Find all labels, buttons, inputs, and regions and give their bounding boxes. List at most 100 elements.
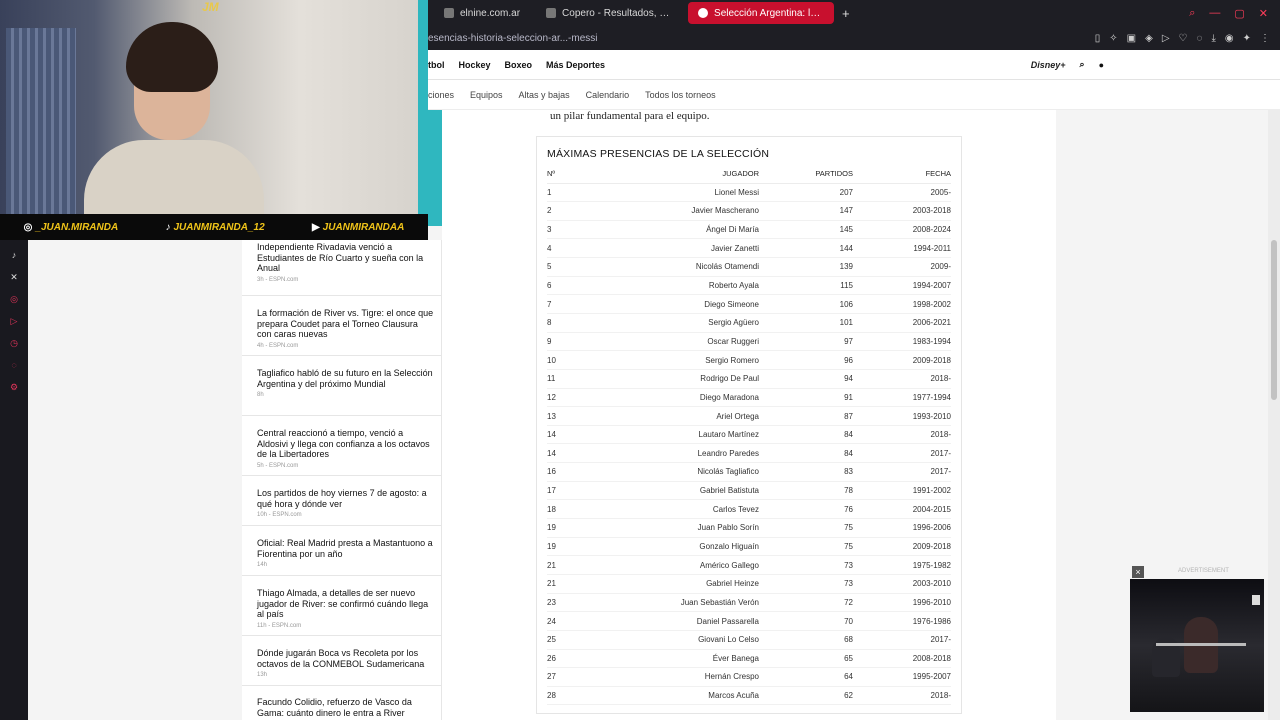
tab-seleccion-argentina[interactable]: Selección Argentina: los ju — [688, 2, 835, 24]
subnav-calendario[interactable]: Calendario — [586, 90, 630, 100]
row-player[interactable]: Éver Banega — [587, 649, 759, 669]
ad-brand-icon — [1252, 595, 1260, 605]
row-player[interactable]: Daniel Passarella — [587, 611, 759, 631]
news-item[interactable]: Thiago Almada, a detalles de ser nuevo j… — [242, 576, 442, 636]
news-meta: 14h — [257, 562, 268, 569]
maximize-icon[interactable]: ▢ — [1234, 7, 1244, 20]
row-player[interactable]: Juan Sebastián Verón — [587, 593, 759, 613]
row-player[interactable]: Sergio Agüero — [587, 313, 759, 333]
row-player[interactable]: Diego Maradona — [587, 388, 759, 408]
subnav-altas-bajas[interactable]: Altas y bajas — [519, 90, 570, 100]
row-player[interactable]: Roberto Ayala — [587, 276, 759, 296]
news-item[interactable]: Los partidos de hoy viernes 7 de agosto:… — [242, 476, 442, 526]
play-icon[interactable]: ▷ — [1162, 33, 1170, 44]
sidebar-icon[interactable]: ▯ — [1095, 33, 1101, 44]
tiktok-icon[interactable]: ♪ — [0, 250, 28, 262]
row-date: 2017- — [853, 462, 951, 482]
user-icon[interactable]: ● — [1099, 60, 1104, 70]
site-favicon-icon — [546, 8, 557, 18]
row-player[interactable]: Ariel Ortega — [587, 406, 759, 426]
settings-icon[interactable]: ⚙ — [0, 382, 28, 394]
row-games: 84 — [759, 425, 853, 445]
disney-plus-logo[interactable]: Disney+ — [1031, 60, 1066, 70]
row-player[interactable]: Ángel Di María — [587, 220, 759, 240]
scrollbar-thumb[interactable] — [1271, 240, 1277, 400]
row-player[interactable]: Américo Gallego — [587, 555, 759, 575]
row-player[interactable]: Gabriel Heinze — [587, 574, 759, 594]
row-player[interactable]: Nicolás Tagliafico — [587, 462, 759, 482]
nav-mas-deportes[interactable]: Más Deportes — [546, 60, 605, 70]
row-player[interactable]: Lionel Messi — [587, 183, 759, 203]
row-games: 207 — [759, 183, 853, 203]
news-item[interactable]: Central reaccionó a tiempo, venció a Ald… — [242, 416, 442, 476]
subnav-item[interactable]: ciones — [428, 90, 454, 100]
row-player[interactable]: Oscar Ruggeri — [587, 332, 759, 352]
table-row: 24 Daniel Passarella 70 1976-1986 — [547, 611, 951, 631]
chat-icon[interactable]: ◌ — [0, 360, 28, 372]
row-player[interactable]: Carlos Tevez — [587, 499, 759, 520]
row-num: 28 — [547, 686, 587, 706]
row-date: 2018- — [853, 369, 951, 389]
shield-icon[interactable]: ◈ — [1145, 33, 1153, 44]
row-player[interactable]: Juan Pablo Sorín — [587, 518, 759, 538]
row-player[interactable]: Gabriel Batistuta — [587, 481, 759, 501]
youtube-icon: ▶ — [311, 221, 320, 233]
news-item[interactable]: La formación de River vs. Tigre: el once… — [242, 296, 442, 356]
heart-icon[interactable]: ♡ — [1179, 33, 1188, 44]
url-field[interactable]: esencias-historia-seleccion-ar...-messi — [428, 33, 628, 44]
news-item[interactable]: Independiente Rivadavia venció a Estudia… — [242, 240, 442, 296]
clock-icon[interactable]: ◷ — [0, 338, 28, 350]
table-row: 17 Gabriel Batistuta 78 1991-2002 — [547, 481, 951, 501]
nav-boxeo[interactable]: Boxeo — [505, 60, 533, 70]
subnav-todos-torneos[interactable]: Todos los torneos — [645, 90, 716, 100]
tab-copero[interactable]: Copero - Resultados, estad — [536, 2, 682, 24]
header-games: PARTIDOS — [759, 165, 853, 184]
profile-icon[interactable]: ◉ — [1225, 33, 1234, 44]
social-youtube: ▶ JUANMIRANDAA — [311, 221, 405, 233]
row-player[interactable]: Sergio Romero — [587, 350, 759, 370]
x-icon[interactable]: ✕ — [0, 272, 28, 284]
page-scrollbar[interactable] — [1268, 110, 1280, 720]
row-player[interactable]: Giovani Lo Celso — [587, 630, 759, 650]
ai-icon[interactable]: ✦ — [1243, 33, 1251, 44]
download-icon[interactable]: ⤓ — [1211, 33, 1215, 44]
bell-icon[interactable]: ◌ — [1197, 33, 1203, 44]
news-title: Thiago Almada, a detalles de ser nuevo j… — [257, 588, 429, 620]
tab-elnine[interactable]: elnine.com.ar — [434, 2, 530, 24]
nav-futbol[interactable]: tbol — [428, 60, 445, 70]
subnav-equipos[interactable]: Equipos — [470, 90, 503, 100]
video-ad[interactable] — [1130, 579, 1264, 712]
row-player[interactable]: Leandro Paredes — [587, 443, 759, 464]
table-row: 23 Juan Sebastián Verón 72 1996-2010 — [547, 593, 951, 613]
table-row: 6 Roberto Ayala 115 1994-2007 — [547, 276, 951, 296]
play-icon[interactable]: ▷ — [0, 316, 28, 328]
close-icon[interactable]: ✕ — [1259, 7, 1268, 20]
news-item[interactable]: Tagliafico habló de su futuro en la Sele… — [242, 356, 442, 416]
menu-icon[interactable]: ⋮ — [1260, 33, 1270, 44]
tab-label: Copero - Resultados, estad — [562, 7, 673, 19]
new-tab-button[interactable]: + — [842, 6, 850, 21]
news-item[interactable]: Dónde jugarán Boca vs Recoleta por los o… — [242, 636, 442, 686]
row-player[interactable]: Javier Mascherano — [587, 201, 759, 221]
row-num: 16 — [547, 462, 587, 482]
row-player[interactable]: Rodrigo De Paul — [587, 369, 759, 389]
ad-close-button[interactable]: × — [1132, 566, 1144, 578]
row-player[interactable]: Gonzalo Higuaín — [587, 537, 759, 557]
search-icon[interactable]: ⌕ — [1080, 59, 1085, 70]
minimize-icon[interactable]: — — [1209, 7, 1220, 20]
nav-hockey[interactable]: Hockey — [459, 60, 491, 70]
screenshot-icon[interactable]: ▣ — [1127, 33, 1136, 44]
row-player[interactable]: Lautaro Martínez — [587, 425, 759, 445]
row-player[interactable]: Diego Simeone — [587, 294, 759, 314]
pin-icon[interactable]: ✧ — [1109, 33, 1117, 44]
news-item[interactable]: Facundo Colidio, refuerzo de Vasco da Ga… — [242, 686, 442, 720]
search-icon[interactable]: ⌕ — [1189, 7, 1195, 20]
row-player[interactable]: Javier Zanetti — [587, 238, 759, 259]
row-player[interactable]: Nicolás Otamendi — [587, 257, 759, 277]
row-player[interactable]: Hernán Crespo — [587, 667, 759, 687]
instagram-icon[interactable]: ◎ — [0, 294, 28, 306]
news-item[interactable]: Oficial: Real Madrid presta a Mastantuon… — [242, 526, 442, 576]
row-num: 4 — [547, 238, 587, 259]
browser-tab-strip: elnine.com.ar Copero - Resultados, estad… — [428, 0, 1280, 26]
row-player[interactable]: Marcos Acuña — [587, 686, 759, 706]
